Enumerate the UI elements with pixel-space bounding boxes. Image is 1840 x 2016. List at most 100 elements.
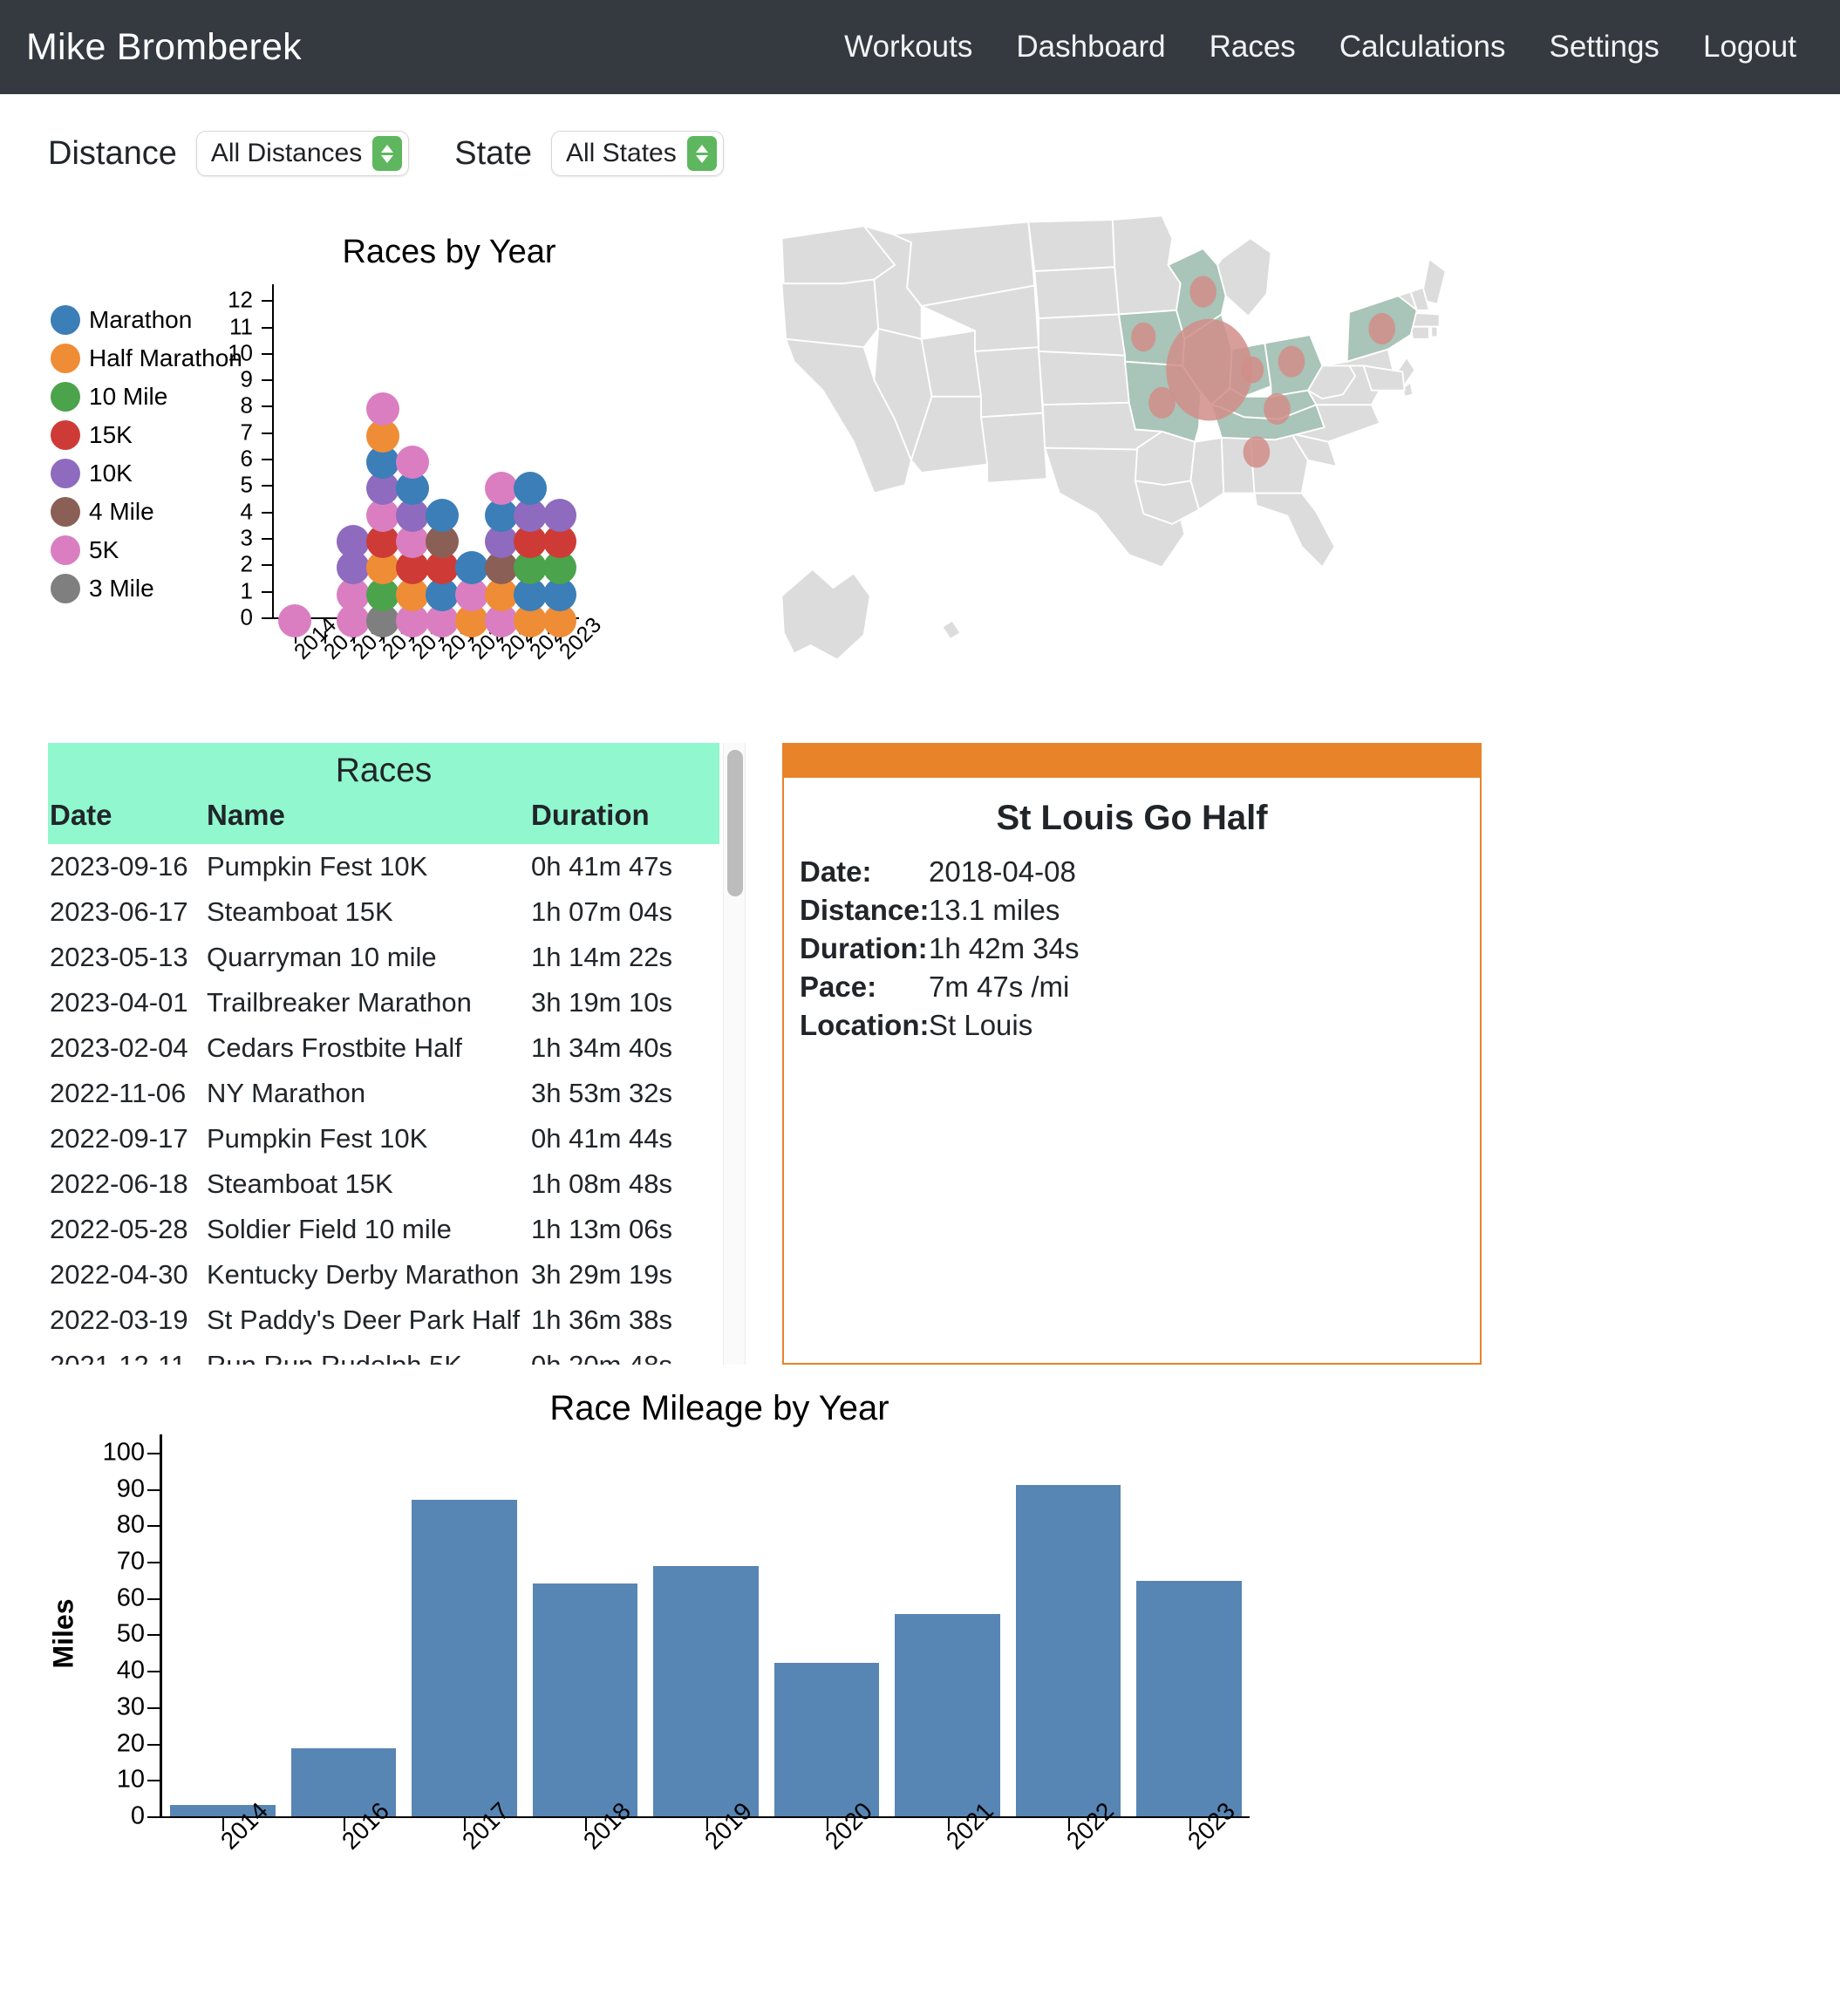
race-dot — [514, 472, 548, 506]
table-row[interactable]: 2023-02-04 Cedars Frostbite Half 1h 34m 40… — [48, 1025, 719, 1071]
y-tick-label: 0 — [240, 603, 253, 630]
legend-swatch-icon — [51, 497, 80, 527]
table-row[interactable]: 2023-04-01 Trailbreaker Marathon 3h 19m 10… — [48, 980, 719, 1025]
race-detail-value: 1h 42m 34s — [929, 932, 1080, 964]
filter-bar: Distance All Distances State All States — [0, 94, 1840, 176]
y-tick-label: 5 — [240, 471, 253, 498]
race-dot — [484, 472, 518, 506]
map-bubble-missouri[interactable] — [1148, 386, 1176, 419]
nav-link-dashboard[interactable]: Dashboard — [1016, 30, 1165, 65]
y-tick — [262, 326, 274, 329]
map-bubble-tennessee[interactable] — [1243, 436, 1271, 468]
distance-select-value: All Distances — [210, 139, 363, 167]
state-or[interactable] — [780, 278, 880, 349]
bar-y-tick-label: 20 — [116, 1729, 145, 1758]
race-mileage-y-axis — [160, 1434, 162, 1816]
state-co[interactable] — [973, 346, 1044, 419]
bar[interactable] — [532, 1584, 638, 1816]
column-header-name[interactable]: Name — [207, 797, 531, 844]
state-fl[interactable] — [1253, 492, 1336, 569]
cell-date: 2023-04-01 — [50, 987, 188, 1018]
nav-link-races[interactable]: Races — [1210, 30, 1296, 65]
cell-duration: 0h 20m 48s — [531, 1343, 719, 1365]
races-table-scrollbar[interactable] — [723, 743, 746, 1365]
y-tick — [262, 379, 274, 382]
race-dot — [277, 603, 311, 637]
bar[interactable] — [1015, 1485, 1121, 1816]
bar-y-tick — [147, 1452, 160, 1454]
races-table-scroll-area[interactable]: Races Date Name Duration 2023-09-16 Pumpk… — [48, 743, 719, 1365]
nav-link-calculations[interactable]: Calculations — [1339, 30, 1506, 65]
state-nd[interactable] — [1027, 219, 1116, 272]
y-tick — [262, 485, 274, 487]
distance-filter-label: Distance — [48, 134, 177, 172]
cell-name: Run Run Rudolph 5K — [207, 1343, 531, 1365]
cell-name: NY Marathon — [207, 1078, 366, 1108]
table-row[interactable]: 2022-03-19 St Paddy's Deer Park Half 1h 36… — [48, 1297, 719, 1343]
map-bubble-new-york[interactable] — [1368, 312, 1396, 345]
bar-y-tick-label: 30 — [116, 1692, 145, 1721]
map-bubble-indiana[interactable] — [1241, 356, 1264, 384]
column-header-duration[interactable]: Duration — [531, 797, 719, 844]
race-detail-row: Distance: 13.1 miles — [800, 894, 1480, 927]
bar[interactable] — [1136, 1581, 1242, 1816]
race-detail-fields: Date: 2018-04-08 Distance: 13.1 miles Durati… — [800, 855, 1480, 1042]
y-tick-label: 8 — [240, 392, 253, 419]
map-bubble-illinois[interactable] — [1166, 318, 1253, 421]
state-filter-label: State — [454, 134, 532, 172]
state-ct[interactable] — [1409, 325, 1430, 340]
legend-label: 5K — [89, 536, 119, 563]
nav-link-workouts[interactable]: Workouts — [844, 30, 972, 65]
chevron-updown-icon[interactable] — [686, 136, 717, 171]
bar[interactable] — [412, 1500, 517, 1816]
state-select[interactable]: All States — [550, 131, 724, 176]
table-row[interactable]: 2021-12-11Run Run Rudolph 5K0h 20m 48s — [48, 1343, 719, 1365]
bar-y-tick-label: 80 — [116, 1510, 145, 1539]
cell-duration: 0h 41m 47s — [531, 851, 672, 882]
cell-duration: 0h 41m 44s — [531, 1123, 672, 1154]
table-row[interactable]: 2023-06-17 Steamboat 15K 1h 07m 04s — [48, 889, 719, 935]
table-row[interactable]: 2022-04-30 Kentucky Derby Marathon 3h 29m … — [48, 1252, 719, 1297]
state-ut[interactable] — [920, 330, 983, 398]
bar[interactable] — [773, 1662, 880, 1816]
state-ne[interactable] — [1038, 313, 1127, 357]
nav-link-settings[interactable]: Settings — [1549, 30, 1659, 65]
legend-swatch-icon — [51, 305, 80, 335]
cell-duration: 1h 36m 38s — [531, 1304, 672, 1335]
table-row[interactable]: 2023-09-16 Pumpkin Fest 10K 0h 41m 47s — [48, 844, 719, 889]
table-row[interactable]: 2022-11-06 NY Marathon 3h 53m 32s — [48, 1071, 719, 1116]
table-row[interactable]: 2022-05-28 Soldier Field 10 mile 1h 13m 06… — [48, 1207, 719, 1252]
state-sd[interactable] — [1033, 266, 1121, 320]
map-bubble-wisconsin[interactable] — [1189, 276, 1216, 308]
state-ak[interactable] — [780, 568, 871, 661]
races-table-header-row: Date Name Duration — [48, 797, 719, 844]
cell-name: Soldier Field 10 mile — [207, 1214, 452, 1244]
bar-y-tick-label: 100 — [102, 1438, 145, 1467]
table-row[interactable]: 2022-06-18 Steamboat 15K 1h 08m 48s — [48, 1161, 719, 1207]
state-ms[interactable] — [1189, 436, 1225, 511]
y-tick — [262, 352, 274, 355]
state-nm[interactable] — [980, 412, 1048, 484]
state-ks[interactable] — [1038, 350, 1130, 406]
y-tick-label: 2 — [240, 550, 253, 577]
y-tick — [262, 511, 274, 514]
state-mi[interactable] — [1216, 237, 1272, 318]
bar[interactable] — [895, 1614, 1000, 1816]
nav-link-logout[interactable]: Logout — [1703, 30, 1796, 65]
column-header-date[interactable]: Date — [48, 797, 207, 844]
map-bubble-iowa[interactable] — [1131, 322, 1156, 352]
state-hi[interactable] — [940, 619, 962, 641]
races-map[interactable] — [654, 185, 1814, 760]
map-bubble-kentucky[interactable] — [1264, 392, 1291, 426]
map-bubble-ohio[interactable] — [1278, 345, 1305, 378]
chevron-updown-icon[interactable] — [372, 136, 403, 171]
bar[interactable] — [653, 1566, 759, 1816]
distance-select[interactable]: All Distances — [195, 131, 410, 176]
table-row[interactable]: 2022-09-17 Pumpkin Fest 10K 0h 41m 44s — [48, 1116, 719, 1161]
state-ri[interactable] — [1430, 325, 1439, 338]
table-row[interactable]: 2023-05-13 Quarryman 10 mile 1h 14m 22s — [48, 935, 719, 980]
race-detail-row: Duration: 1h 42m 34s — [800, 932, 1480, 965]
cell-date: 2023-02-04 — [50, 1032, 188, 1063]
bar-y-tick-label: 90 — [116, 1475, 145, 1503]
scrollbar-thumb[interactable] — [727, 750, 743, 896]
